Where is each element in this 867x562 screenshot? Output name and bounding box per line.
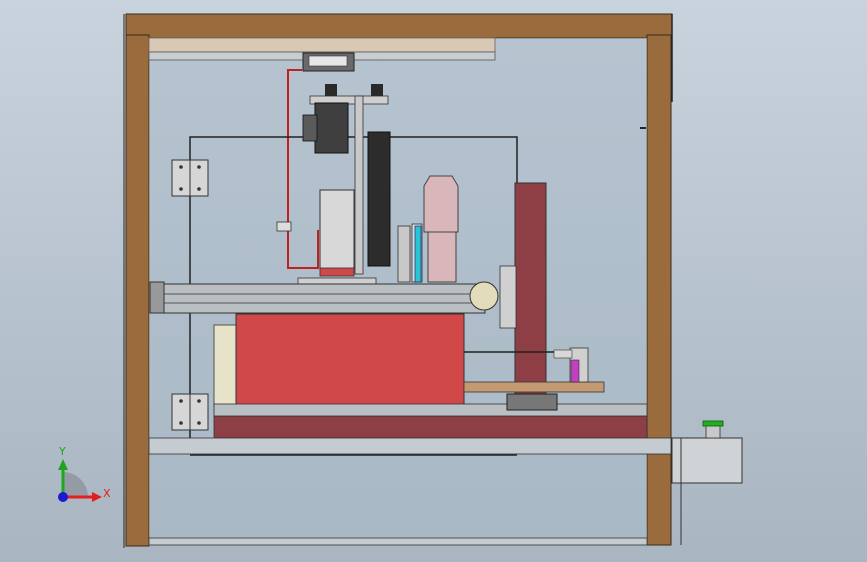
motor-pulley-a	[325, 84, 337, 96]
top-rail-body	[148, 37, 496, 53]
lower-carriage	[506, 393, 558, 411]
top-carriage-plate	[308, 55, 348, 67]
vertical-column	[354, 95, 364, 275]
motor-side	[302, 114, 318, 142]
assembly-drawing: Y X	[58, 13, 743, 548]
frame-right-post	[646, 34, 672, 546]
cad-viewport[interactable]: Y X	[0, 0, 867, 562]
frame-top-beam	[125, 13, 673, 39]
beige-side-block	[213, 324, 239, 408]
rail-end-cap	[149, 281, 165, 314]
rail-body	[149, 283, 486, 314]
frame-left-post	[125, 34, 150, 547]
control-box[interactable]	[671, 420, 743, 545]
bottom-bar	[148, 537, 648, 546]
lower-dark-red-base	[213, 415, 648, 439]
cable-clip	[276, 221, 292, 232]
bottom-shelf	[148, 437, 672, 455]
hinge-icon[interactable]	[171, 393, 209, 431]
rail-pulley	[469, 281, 499, 311]
triad-x-label: X	[103, 487, 111, 500]
wood-table	[463, 381, 605, 393]
lower-rail-body	[213, 403, 648, 417]
cyan-guide	[414, 225, 422, 283]
belt-drive-dark	[367, 131, 391, 267]
motor-pulley-b	[371, 84, 383, 96]
motor-body	[314, 102, 349, 154]
hinge-icon[interactable]	[171, 159, 209, 197]
triad-y-label: Y	[58, 445, 66, 458]
coordinate-triad-icon: Y X	[58, 445, 111, 502]
z-carriage	[319, 189, 355, 271]
green-button[interactable]	[702, 420, 724, 427]
z-carriage-red-base	[319, 267, 355, 277]
bracket	[499, 265, 517, 329]
